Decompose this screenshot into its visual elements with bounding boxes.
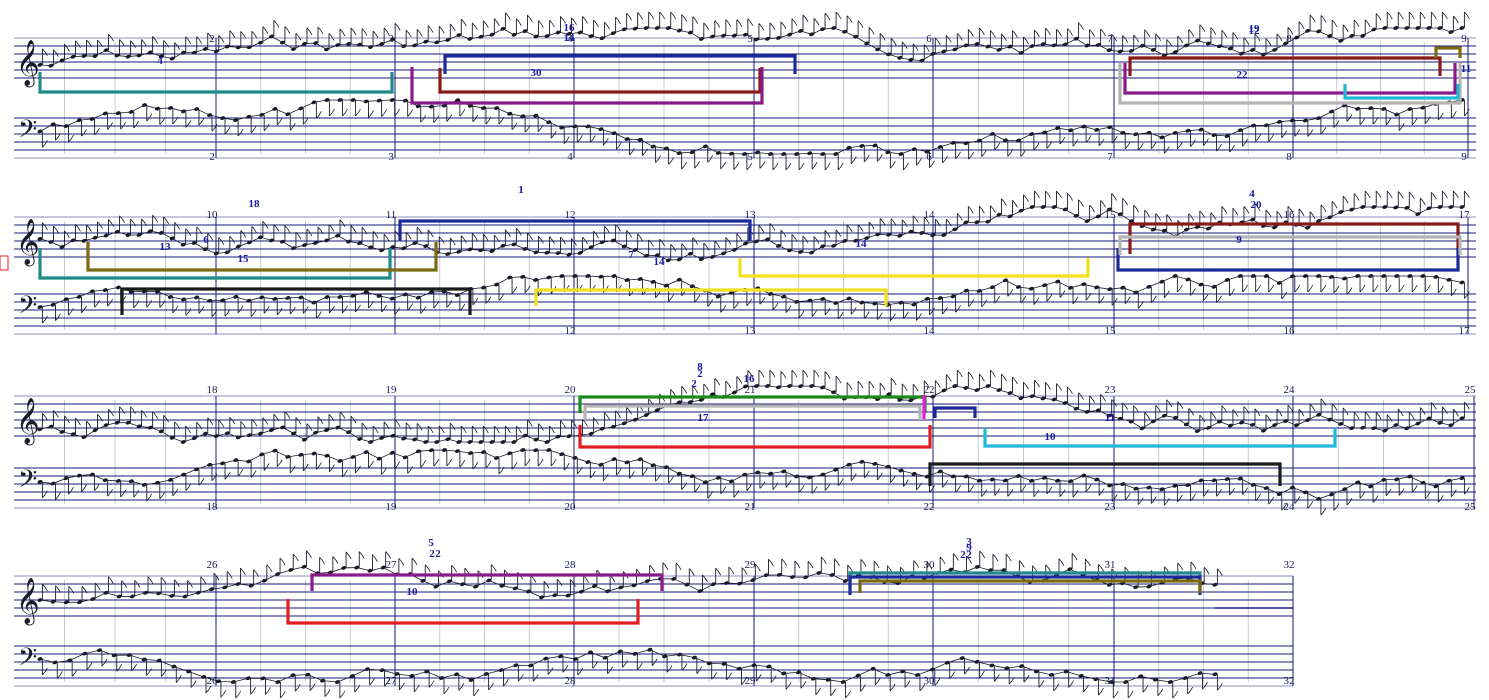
- measure-number-bottom: 3: [388, 151, 394, 163]
- measure-number-top: 5: [747, 33, 753, 45]
- measure-number-top: 32: [1284, 559, 1295, 571]
- measure-number-top: 25: [1465, 384, 1477, 396]
- group-label: 10: [1045, 431, 1057, 443]
- group-label: 12: [1249, 25, 1261, 37]
- measure-number-top: 9: [1461, 33, 1467, 45]
- measure-number-top: 16: [1284, 209, 1296, 221]
- measure-number-top: 28: [565, 559, 577, 571]
- bass-clef-icon: 𝄢: [18, 115, 37, 150]
- group-label: 20: [1251, 199, 1263, 211]
- measure-number-bottom: 27: [386, 675, 398, 687]
- treble-clef-icon: 𝄞: [16, 398, 40, 446]
- measure-number-top: 14: [924, 209, 936, 221]
- measure-number-top: 22: [924, 384, 935, 396]
- group-label: 2: [697, 368, 703, 380]
- group-label: 30: [531, 67, 543, 79]
- treble-clef-icon: 𝄞: [16, 40, 40, 88]
- measure-number-bottom: 20: [565, 501, 577, 513]
- measure-number-bottom: 22: [924, 501, 935, 513]
- measure-number-top: 31: [1105, 559, 1116, 571]
- group-label: 14: [856, 238, 868, 250]
- measure-number-bottom: 4: [567, 151, 573, 163]
- measure-number-top: 11: [386, 209, 397, 221]
- measure-number-bottom: 2: [209, 151, 215, 163]
- measure-number-top: 13: [745, 209, 757, 221]
- measure-number-top: 12: [565, 209, 576, 221]
- group-label: 11: [1105, 412, 1115, 424]
- measure-number-bottom: 23: [1105, 501, 1117, 513]
- group-label: 1: [518, 184, 524, 196]
- group-label: 15: [238, 253, 250, 265]
- measure-number-top: 23: [1105, 384, 1117, 396]
- group-label: 9: [1236, 234, 1242, 246]
- group-label: 13: [160, 241, 172, 253]
- measure-number-bottom: 29: [745, 675, 757, 687]
- measure-number-top: 10: [207, 209, 219, 221]
- group-label: 11: [1461, 63, 1471, 75]
- bass-clef-icon: 𝄢: [18, 291, 37, 326]
- measure-number-bottom: 28: [565, 675, 577, 687]
- group-label: 4: [157, 55, 163, 67]
- measure-number-bottom: 32: [1284, 675, 1295, 687]
- measure-number-top: 19: [386, 384, 398, 396]
- measure-number-bottom: 18: [207, 501, 219, 513]
- measure-number-top: 26: [207, 559, 219, 571]
- bass-clef-icon: 𝄢: [18, 465, 37, 500]
- measure-number-top: 29: [745, 559, 757, 571]
- group-label: 14: [564, 32, 576, 44]
- group-label: 2: [435, 548, 441, 560]
- measure-number-top: 18: [207, 384, 219, 396]
- page-background: [0, 0, 1489, 700]
- group-label: 2: [966, 549, 972, 561]
- measure-number-bottom: 15: [1105, 325, 1117, 337]
- score-canvas: 𝄞𝄢2345678923456789416143019122211𝄞𝄢10111…: [0, 0, 1489, 700]
- measure-number-top: 17: [1459, 209, 1471, 221]
- measure-number-bottom: 17: [1459, 325, 1471, 337]
- group-label: 2: [691, 378, 697, 390]
- group-label: 6: [203, 234, 209, 246]
- group-label: 18: [249, 198, 261, 210]
- group-label: 22: [1237, 69, 1249, 81]
- group-label: 10: [407, 586, 419, 598]
- group-label: 7: [628, 249, 634, 261]
- measure-number-bottom: 13: [745, 325, 757, 337]
- measure-number-bottom: 8: [1286, 151, 1292, 163]
- measure-number-bottom: 30: [924, 675, 936, 687]
- measure-number-bottom: 12: [565, 325, 576, 337]
- measure-number-bottom: 16: [1284, 325, 1296, 337]
- measure-number-top: 6: [926, 33, 932, 45]
- group-label: 14: [654, 256, 666, 268]
- measure-number-bottom: 25: [1465, 501, 1477, 513]
- treble-clef-icon: 𝄞: [16, 219, 40, 267]
- group-label: 16: [744, 373, 756, 385]
- measure-number-top: 20: [565, 384, 577, 396]
- measure-number-bottom: 14: [924, 325, 936, 337]
- measure-number-bottom: 7: [1107, 151, 1113, 163]
- bass-clef-icon: 𝄢: [18, 643, 37, 678]
- treble-clef-icon: 𝄞: [16, 578, 40, 626]
- measure-number-bottom: 24: [1284, 501, 1296, 513]
- measure-number-bottom: 19: [386, 501, 398, 513]
- measure-number-bottom: 21: [745, 501, 756, 513]
- measure-number-top: 24: [1284, 384, 1296, 396]
- measure-number-bottom: 9: [1461, 151, 1467, 163]
- group-label: 17: [698, 412, 710, 424]
